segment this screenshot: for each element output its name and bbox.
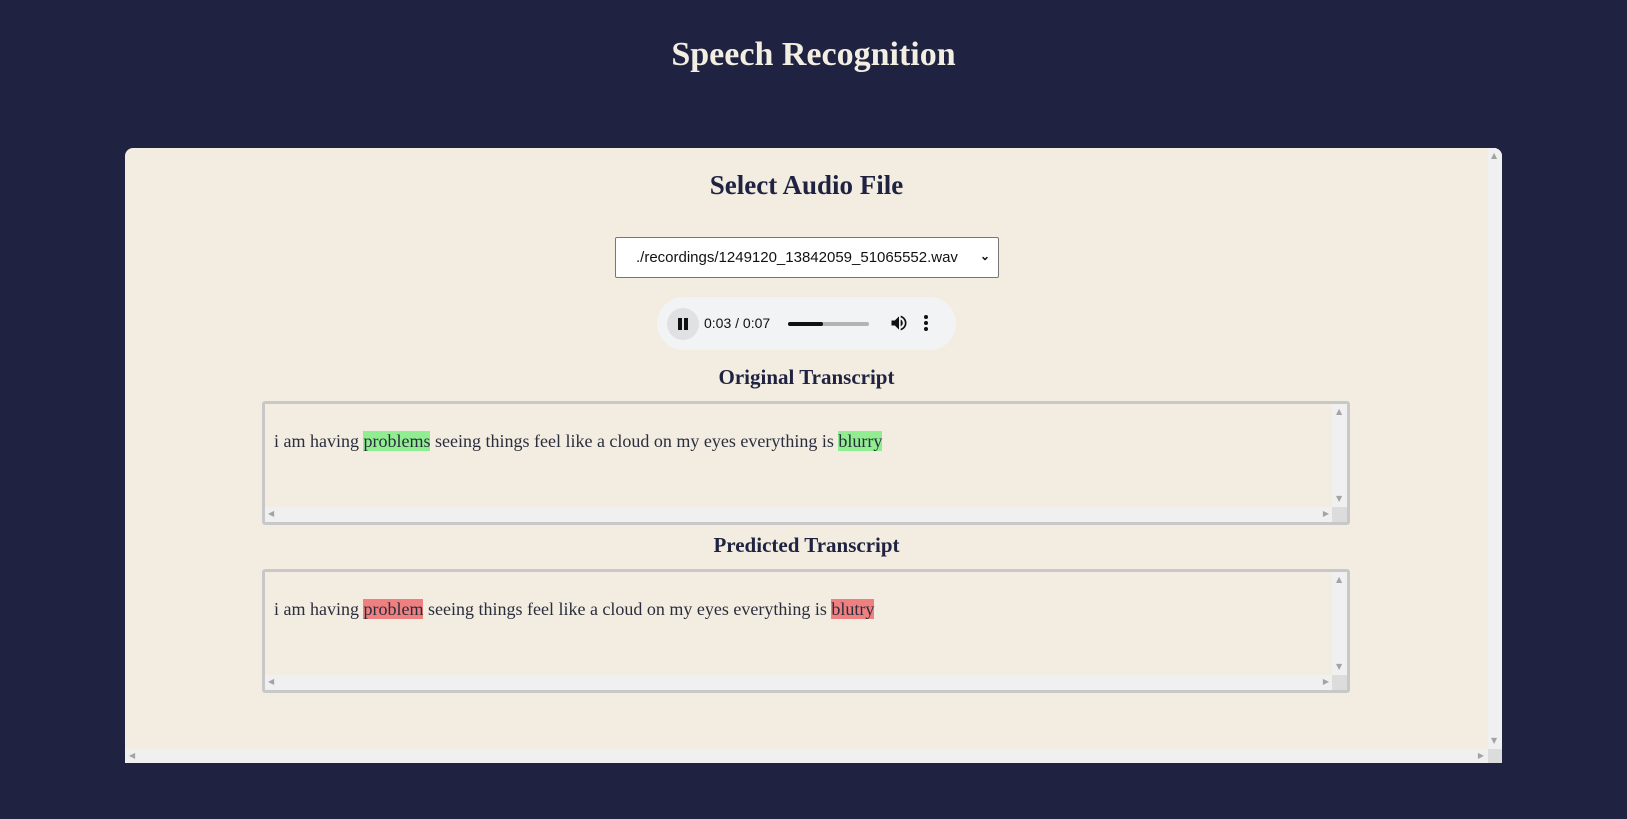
select-audio-heading: Select Audio File <box>709 170 904 200</box>
audio-player: 0:03 / 0:07 <box>657 297 956 350</box>
matched-word: blurry <box>838 431 883 451</box>
scroll-down-icon: ▼ <box>1336 662 1343 671</box>
scroll-up-icon: ▲ <box>1336 575 1343 584</box>
original-transcript-box[interactable]: i am having problems seeing things feel … <box>262 401 1350 525</box>
vertical-scrollbar[interactable]: ▲ ▼ <box>1332 404 1347 507</box>
scroll-right-icon: ▶ <box>1477 751 1484 760</box>
scroll-left-icon: ◀ <box>129 751 136 760</box>
matched-word: problems <box>363 431 431 451</box>
more-options-icon[interactable] <box>921 313 931 333</box>
time-display: 0:03 / 0:07 <box>704 315 771 331</box>
original-transcript-heading: Original Transcript <box>718 365 895 389</box>
predicted-transcript-heading: Predicted Transcript <box>713 533 900 557</box>
transcript-segment: i am having <box>274 599 364 619</box>
seek-progress <box>788 322 823 326</box>
scroll-right-icon: ▶ <box>1322 509 1329 518</box>
scroll-down-icon: ▼ <box>1491 736 1498 745</box>
vertical-scrollbar[interactable]: ▲ ▼ <box>1332 572 1347 675</box>
predicted-transcript-text: i am having problem seeing things feel l… <box>274 599 875 620</box>
scroll-left-icon: ◀ <box>268 509 275 518</box>
transcript-segment: seeing things feel like a cloud on my ey… <box>430 431 839 451</box>
page-title: Speech Recognition <box>671 36 956 73</box>
main-panel: Select Audio File ./recordings/1249120_1… <box>125 148 1502 763</box>
pause-button[interactable] <box>667 308 699 340</box>
panel-vertical-scrollbar[interactable]: ▲ ▼ <box>1488 148 1502 749</box>
chevron-down-icon: ⌄ <box>979 249 990 263</box>
transcript-segment: i am having <box>274 431 364 451</box>
volume-icon[interactable] <box>889 313 909 333</box>
scroll-up-icon: ▲ <box>1491 151 1498 160</box>
mismatched-word: problem <box>363 599 424 619</box>
horizontal-scrollbar[interactable]: ◀ ▶ <box>265 675 1347 690</box>
panel-horizontal-scrollbar[interactable]: ◀ ▶ <box>125 749 1502 763</box>
seek-slider[interactable] <box>788 322 869 326</box>
audio-file-select-value: ./recordings/1249120_13842059_51065552.w… <box>636 249 958 266</box>
scroll-down-icon: ▼ <box>1336 494 1343 503</box>
scroll-right-icon: ▶ <box>1322 677 1329 686</box>
audio-file-select[interactable]: ./recordings/1249120_13842059_51065552.w… <box>615 237 999 278</box>
transcript-segment: seeing things feel like a cloud on my ey… <box>423 599 832 619</box>
scroll-left-icon: ◀ <box>268 677 275 686</box>
mismatched-word: blutry <box>831 599 875 619</box>
original-transcript-text: i am having problems seeing things feel … <box>274 431 883 452</box>
horizontal-scrollbar[interactable]: ◀ ▶ <box>265 507 1347 522</box>
predicted-transcript-box[interactable]: i am having problem seeing things feel l… <box>262 569 1350 693</box>
scroll-up-icon: ▲ <box>1336 407 1343 416</box>
